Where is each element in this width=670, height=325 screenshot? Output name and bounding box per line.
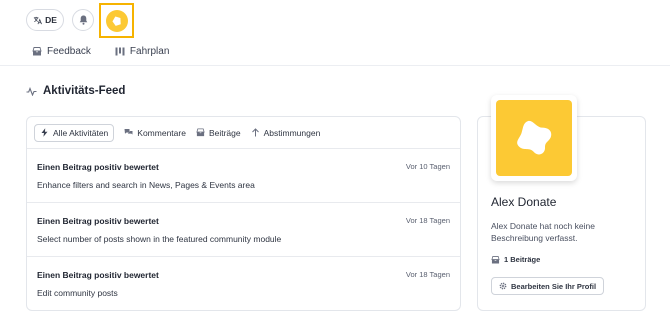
page-title: Aktivitäts-Feed xyxy=(43,85,126,97)
edit-profile-button[interactable]: Bearbeiten Sie Ihr Profil xyxy=(491,277,605,295)
nav-roadmap-label: Fahrplan xyxy=(129,46,170,57)
profile-avatar xyxy=(491,95,577,181)
nav-roadmap[interactable]: Fahrplan xyxy=(115,46,169,57)
filter-label: Abstimmungen xyxy=(263,127,321,138)
activity-title: Einen Beitrag positiv bewertet xyxy=(37,162,159,172)
nav-feedback[interactable]: Feedback xyxy=(32,46,91,57)
roadmap-icon xyxy=(115,47,125,56)
profile-description: Alex Donate hat noch keine Beschreibung … xyxy=(491,221,595,243)
filter-label: Kommentare xyxy=(137,127,186,138)
activity-title: Einen Beitrag positiv bewertet xyxy=(37,216,159,226)
filter-votes[interactable]: Abstimmungen xyxy=(251,127,321,138)
language-label: DE xyxy=(45,15,57,25)
list-item[interactable]: Einen Beitrag positiv bewertet Vor 10 Ta… xyxy=(27,149,460,203)
language-switch-button[interactable]: DE xyxy=(26,9,64,31)
user-avatar-button[interactable] xyxy=(99,3,134,38)
activity-time: Vor 18 Tagen xyxy=(405,216,450,225)
filter-all-activities[interactable]: Alle Aktivitäten xyxy=(34,123,115,142)
list-item[interactable]: Einen Beitrag positiv bewertet Vor 18 Ta… xyxy=(27,203,460,257)
gear-icon xyxy=(499,282,507,290)
nav-feedback-label: Feedback xyxy=(47,46,91,57)
filter-posts[interactable]: Beiträge xyxy=(196,128,241,138)
filter-label: Alle Aktivitäten xyxy=(53,127,109,138)
inbox-icon xyxy=(32,47,42,56)
profile-name: Alex Donate xyxy=(491,195,557,209)
avatar xyxy=(496,100,572,176)
activity-time: Vor 10 Tagen xyxy=(405,162,450,171)
activity-description[interactable]: Enhance filters and search in News, Page… xyxy=(37,180,450,190)
bolt-icon xyxy=(41,128,48,137)
activity-title: Einen Beitrag positiv bewertet xyxy=(37,270,159,280)
top-bar: DE Feedback Fahrplan xyxy=(0,0,670,66)
activity-description[interactable]: Edit community posts xyxy=(37,288,450,298)
filter-label: Beiträge xyxy=(208,127,241,138)
activity-feed: Alle Aktivitäten Kommentare Beiträge Abs… xyxy=(26,116,461,311)
notifications-button[interactable] xyxy=(72,9,94,31)
avatar-shape-icon xyxy=(517,120,552,155)
translate-icon xyxy=(33,16,43,24)
feed-filters: Alle Aktivitäten Kommentare Beiträge Abs… xyxy=(27,117,460,149)
activity-icon xyxy=(26,86,37,96)
edit-profile-label: Bearbeiten Sie Ihr Profil xyxy=(511,281,597,291)
avatar xyxy=(105,9,128,32)
avatar-shape-icon xyxy=(111,15,121,26)
post-count-label: 1 Beiträge xyxy=(504,255,541,264)
inbox-icon xyxy=(196,128,205,137)
comments-icon xyxy=(124,129,133,135)
bell-icon xyxy=(79,15,87,25)
activity-feed-heading: Aktivitäts-Feed xyxy=(26,85,125,97)
arrow-up-icon xyxy=(251,128,259,137)
activity-time: Vor 18 Tagen xyxy=(405,270,450,279)
main-nav: Feedback Fahrplan xyxy=(32,46,169,57)
activity-description[interactable]: Select number of posts shown in the feat… xyxy=(37,234,450,244)
profile-post-count: 1 Beiträge xyxy=(491,255,540,264)
inbox-icon xyxy=(491,255,500,264)
filter-comments[interactable]: Kommentare xyxy=(124,128,186,138)
list-item[interactable]: Einen Beitrag positiv bewertet Vor 18 Ta… xyxy=(27,257,460,310)
